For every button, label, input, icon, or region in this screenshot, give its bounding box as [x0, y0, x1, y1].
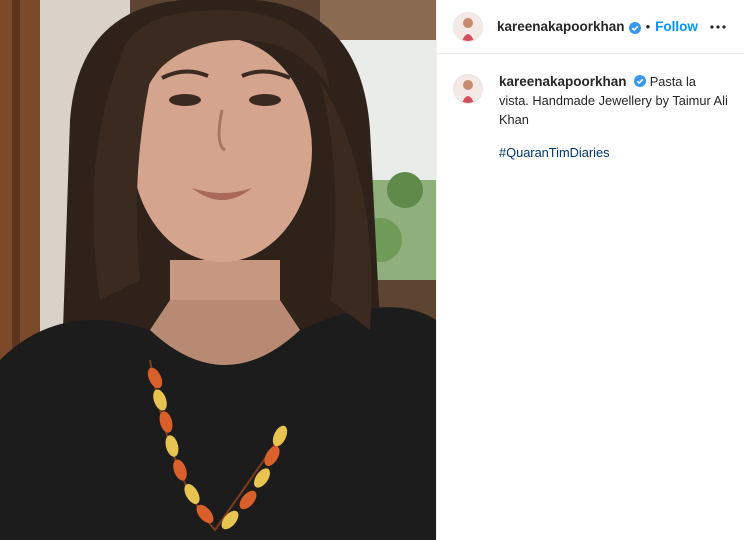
caption-text-block: kareenakapoorkhan Pasta la vista. Handma… — [499, 72, 728, 162]
post-sidebar: kareenakapoorkhan • Follow kareenakapoor… — [436, 0, 744, 540]
header-username[interactable]: kareenakapoorkhan — [497, 19, 625, 34]
follow-button[interactable]: Follow — [655, 19, 698, 34]
more-options-icon[interactable] — [706, 15, 730, 39]
caption-hashtag[interactable]: #QuaranTimDiaries — [499, 143, 728, 162]
verified-badge-icon — [628, 21, 641, 34]
post-caption: kareenakapoorkhan Pasta la vista. Handma… — [437, 54, 744, 162]
post-header: kareenakapoorkhan • Follow — [437, 0, 744, 54]
verified-badge-icon — [634, 73, 647, 87]
avatar[interactable] — [453, 11, 483, 42]
caption-avatar[interactable] — [453, 74, 483, 104]
post-photo-illustration — [0, 0, 436, 540]
post-photo[interactable] — [0, 0, 436, 540]
caption-username[interactable]: kareenakapoorkhan — [499, 74, 627, 89]
separator-dot: • — [645, 19, 651, 34]
instagram-post: kareenakapoorkhan • Follow kareenakapoor… — [0, 0, 744, 540]
